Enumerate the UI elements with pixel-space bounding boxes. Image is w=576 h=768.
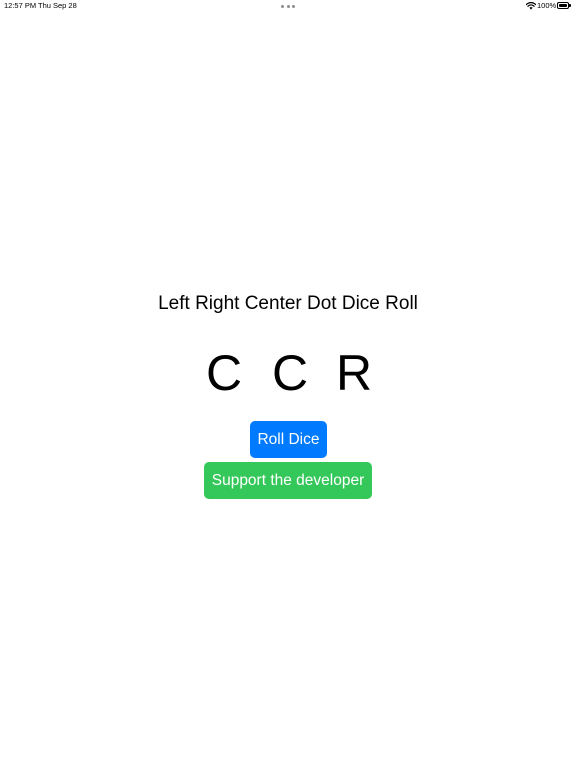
- dice-row: C C R: [0, 344, 576, 402]
- roll-dice-button[interactable]: Roll Dice: [250, 421, 327, 458]
- die-result-3: R: [335, 345, 373, 401]
- support-developer-button[interactable]: Support the developer: [204, 462, 372, 499]
- status-bar: 12:57 PM Thu Sep 28 100%: [0, 0, 576, 12]
- battery-percent: 100%: [537, 1, 557, 10]
- die-result-2: C: [271, 345, 309, 401]
- battery-icon: [557, 2, 572, 9]
- wifi-icon: [526, 2, 536, 10]
- battery-fill: [559, 4, 567, 7]
- status-time: 12:57 PM: [4, 1, 37, 10]
- app-title: Left Right Center Dot Dice Roll: [158, 293, 418, 314]
- multitasking-dots-icon[interactable]: [281, 5, 295, 8]
- status-date: Thu Sep 28: [38, 1, 77, 10]
- die-result-1: C: [205, 345, 243, 401]
